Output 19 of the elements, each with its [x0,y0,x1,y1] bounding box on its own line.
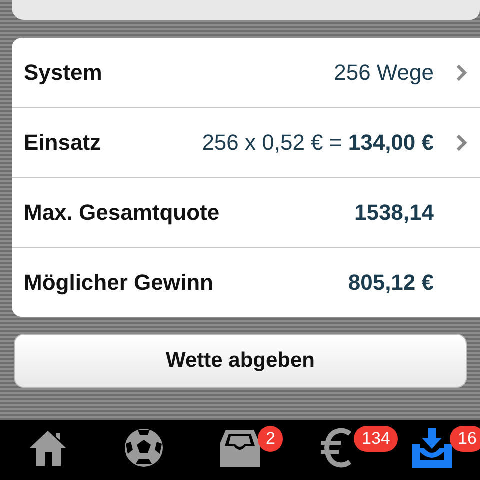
row-label: Max. Gesamtquote [24,200,220,226]
row-value: 1538,14 [354,200,434,226]
count-badge: 2 [258,426,284,452]
count-badge: 16 [450,426,480,452]
soccer-ball-icon[interactable] [124,428,164,468]
home-icon[interactable] [28,428,68,468]
inbox-icon[interactable] [220,428,260,468]
download-tray-icon[interactable] [412,428,452,468]
row-value: 805,12 € [348,270,434,296]
chevron-icon[interactable] [456,134,468,152]
row-value: 256 Wege [334,60,434,86]
row-label: System [24,60,102,86]
count-badge: 134 [354,426,398,452]
row-value: 256 x 0,52 € = 134,00 € [202,130,434,156]
euro-icon[interactable] [319,428,353,468]
row-label: Einsatz [24,130,102,156]
row-label: Möglicher Gewinn [24,270,214,296]
chevron-icon[interactable] [456,64,468,82]
submit-button[interactable]: Wette abgeben [14,334,467,388]
